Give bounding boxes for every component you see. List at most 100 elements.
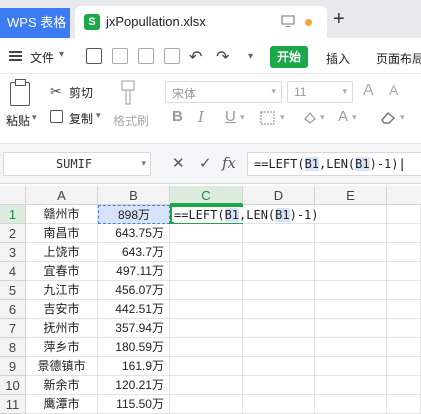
formula-input[interactable]: ==LEFT(B1,LEN(B1)-1)|: [247, 152, 421, 176]
grid-cell[interactable]: [387, 300, 421, 319]
grid-cell[interactable]: [170, 338, 243, 357]
row-header[interactable]: 8: [0, 338, 26, 357]
grid-cell[interactable]: [243, 338, 315, 357]
underline-button[interactable]: U: [225, 108, 236, 125]
copy-button[interactable]: 复制: [69, 110, 93, 127]
grid-cell[interactable]: [315, 376, 387, 395]
grid-cell[interactable]: 吉安市: [26, 300, 98, 319]
row-header[interactable]: 3: [0, 243, 26, 262]
row-header[interactable]: 10: [0, 376, 26, 395]
grid-cell[interactable]: [315, 205, 387, 224]
row-header[interactable]: 7: [0, 319, 26, 338]
tab-page-layout[interactable]: 页面布局: [376, 50, 421, 67]
column-header-a[interactable]: A: [26, 186, 98, 205]
column-header-d[interactable]: D: [243, 186, 315, 205]
row-header[interactable]: 5: [0, 281, 26, 300]
grid-cell[interactable]: 456.07万: [98, 281, 170, 300]
row-header[interactable]: 6: [0, 300, 26, 319]
name-box[interactable]: SUMIF ▾: [3, 152, 151, 176]
grid-cell[interactable]: [315, 338, 387, 357]
increase-font-icon[interactable]: A: [363, 82, 374, 100]
paste-button-label[interactable]: 粘贴: [6, 112, 30, 129]
insert-function-icon[interactable]: fx: [222, 154, 236, 172]
grid-cell[interactable]: [170, 243, 243, 262]
grid-cell[interactable]: 宜春市: [26, 262, 98, 281]
bold-button[interactable]: B: [172, 108, 183, 125]
grid-cell[interactable]: [387, 281, 421, 300]
confirm-check-icon[interactable]: ✓: [199, 154, 212, 172]
grid-cell[interactable]: [387, 357, 421, 376]
grid-cell[interactable]: [387, 338, 421, 357]
grid-cell[interactable]: 景德镇市: [26, 357, 98, 376]
border-icon[interactable]: [260, 111, 275, 125]
export-pdf-icon[interactable]: [112, 48, 128, 64]
grid-cell[interactable]: [170, 376, 243, 395]
select-all-corner[interactable]: [0, 186, 26, 205]
format-painter-icon[interactable]: [121, 80, 135, 106]
grid-cell[interactable]: 九江市: [26, 281, 98, 300]
file-menu[interactable]: 文件: [30, 49, 54, 66]
chevron-down-icon[interactable]: ▾: [352, 112, 357, 123]
eraser-icon[interactable]: [380, 110, 396, 125]
grid-cell[interactable]: 898万: [98, 205, 170, 224]
column-header-b[interactable]: B: [98, 186, 170, 205]
font-family-select[interactable]: 宋体 ▾: [165, 81, 282, 103]
chevron-down-icon[interactable]: ▾: [32, 112, 37, 123]
grid-cell[interactable]: [315, 262, 387, 281]
grid-cell[interactable]: 萍乡市: [26, 338, 98, 357]
chevron-down-icon[interactable]: ▾: [59, 49, 64, 60]
grid-cell[interactable]: 497.11万: [98, 262, 170, 281]
cancel-icon[interactable]: ✕: [172, 154, 185, 172]
chevron-down-icon[interactable]: ▾: [141, 158, 146, 169]
grid-cell[interactable]: [170, 281, 243, 300]
grid-cell[interactable]: [315, 224, 387, 243]
grid-cell[interactable]: [387, 376, 421, 395]
grid-cell[interactable]: [315, 243, 387, 262]
grid-cell[interactable]: [170, 300, 243, 319]
new-tab-plus-icon[interactable]: +: [333, 9, 345, 29]
redo-icon[interactable]: ↷: [216, 47, 229, 67]
grid-cell[interactable]: [243, 281, 315, 300]
chevron-down-icon[interactable]: ▾: [320, 112, 325, 123]
grid-cell[interactable]: 新余市: [26, 376, 98, 395]
grid-cell[interactable]: [170, 224, 243, 243]
chevron-down-icon[interactable]: ▾: [240, 112, 245, 123]
grid-cell[interactable]: ==LEFT(B1,LEN(B1)-1): [170, 205, 321, 224]
grid-cell[interactable]: [315, 395, 387, 414]
grid-cell[interactable]: [243, 319, 315, 338]
grid-cell[interactable]: [243, 300, 315, 319]
grid-cell[interactable]: 180.59万: [98, 338, 170, 357]
grid-cell[interactable]: [387, 243, 421, 262]
column-header-c[interactable]: C: [170, 186, 243, 205]
scissors-icon[interactable]: ✂: [50, 83, 62, 100]
monitor-icon[interactable]: [281, 14, 295, 28]
hamburger-menu-icon[interactable]: [9, 51, 22, 61]
column-header-f[interactable]: [387, 186, 421, 205]
wps-home-tab[interactable]: WPS 表格: [0, 8, 70, 38]
row-header[interactable]: 1: [0, 205, 26, 224]
italic-button[interactable]: I: [198, 108, 204, 126]
tab-insert[interactable]: 插入: [326, 50, 350, 67]
grid-cell[interactable]: 抚州市: [26, 319, 98, 338]
grid-cell[interactable]: [315, 357, 387, 376]
tab-start[interactable]: 开始: [270, 46, 308, 68]
font-size-select[interactable]: 11 ▾: [287, 81, 353, 103]
grid-cell[interactable]: [170, 319, 243, 338]
file-tab[interactable]: S jxPopullation.xlsx: [75, 6, 327, 38]
column-header-e[interactable]: E: [315, 186, 387, 205]
undo-icon[interactable]: ↶: [189, 47, 202, 67]
grid-cell[interactable]: [387, 262, 421, 281]
grid-cell[interactable]: [243, 395, 315, 414]
grid-cell[interactable]: [243, 357, 315, 376]
fill-color-icon[interactable]: [302, 110, 317, 125]
grid-cell[interactable]: [387, 395, 421, 414]
grid-cell[interactable]: 南昌市: [26, 224, 98, 243]
format-painter-button[interactable]: 格式刷: [113, 112, 149, 129]
grid-cell[interactable]: 上饶市: [26, 243, 98, 262]
grid-cell[interactable]: [170, 395, 243, 414]
grid-cell[interactable]: [387, 205, 421, 224]
copy-icon[interactable]: [50, 110, 63, 123]
grid-cell[interactable]: [243, 224, 315, 243]
grid-cell[interactable]: [243, 376, 315, 395]
font-color-icon[interactable]: A: [338, 108, 348, 125]
